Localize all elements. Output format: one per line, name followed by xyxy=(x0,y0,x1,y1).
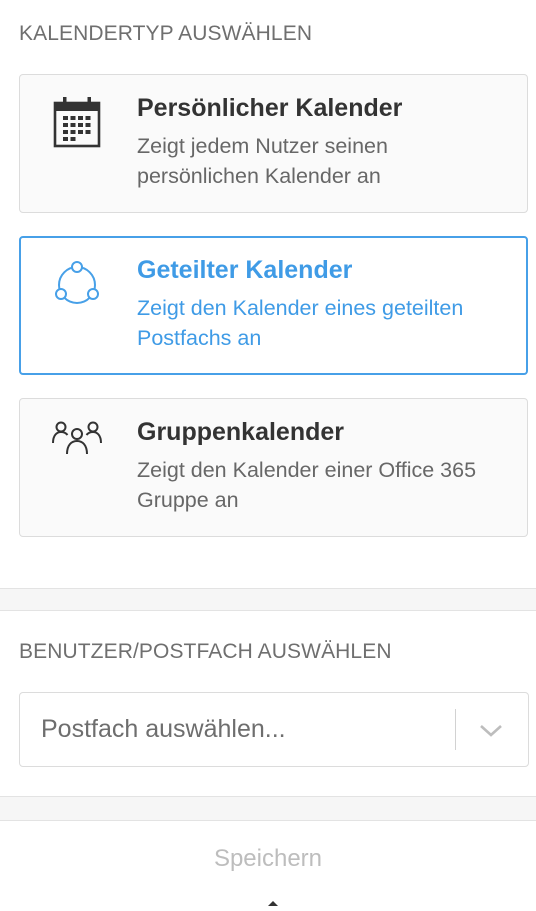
option-title: Geteilter Kalender xyxy=(137,256,353,284)
save-button[interactable]: Speichern xyxy=(0,820,536,897)
option-description: Zeigt jedem Nutzer seinen persönlichen K… xyxy=(137,134,388,188)
chevron-down-icon[interactable] xyxy=(478,719,504,741)
pointer-caret-icon xyxy=(268,893,278,906)
section-divider xyxy=(0,610,536,611)
group-people-icon xyxy=(52,419,102,475)
option-group-calendar[interactable]: Gruppenkalender Zeigt den Kalender einer… xyxy=(19,398,528,537)
calendar-type-heading: KALENDERTYP AUSWÄHLEN xyxy=(19,22,313,45)
mailbox-select[interactable]: Postfach auswählen... xyxy=(19,692,529,767)
shared-network-icon xyxy=(52,257,102,313)
option-title: Gruppenkalender xyxy=(137,418,344,446)
option-title: Persönlicher Kalender xyxy=(137,94,403,122)
option-description: Zeigt den Kalender einer Office 365 Grup… xyxy=(137,458,477,512)
option-shared-calendar[interactable]: Geteilter Kalender Zeigt den Kalender ei… xyxy=(19,236,528,375)
section-spacer xyxy=(0,589,536,610)
mailbox-heading: BENUTZER/POSTFACH AUSWÄHLEN xyxy=(19,640,392,663)
mailbox-select-placeholder: Postfach auswählen... xyxy=(41,715,286,743)
calendar-icon xyxy=(52,95,102,151)
select-separator xyxy=(455,709,456,750)
section-spacer xyxy=(0,797,536,820)
option-personal-calendar[interactable]: Persönlicher Kalender Zeigt jedem Nutzer… xyxy=(19,74,528,213)
option-description: Zeigt den Kalender eines geteilten Postf… xyxy=(137,296,464,350)
